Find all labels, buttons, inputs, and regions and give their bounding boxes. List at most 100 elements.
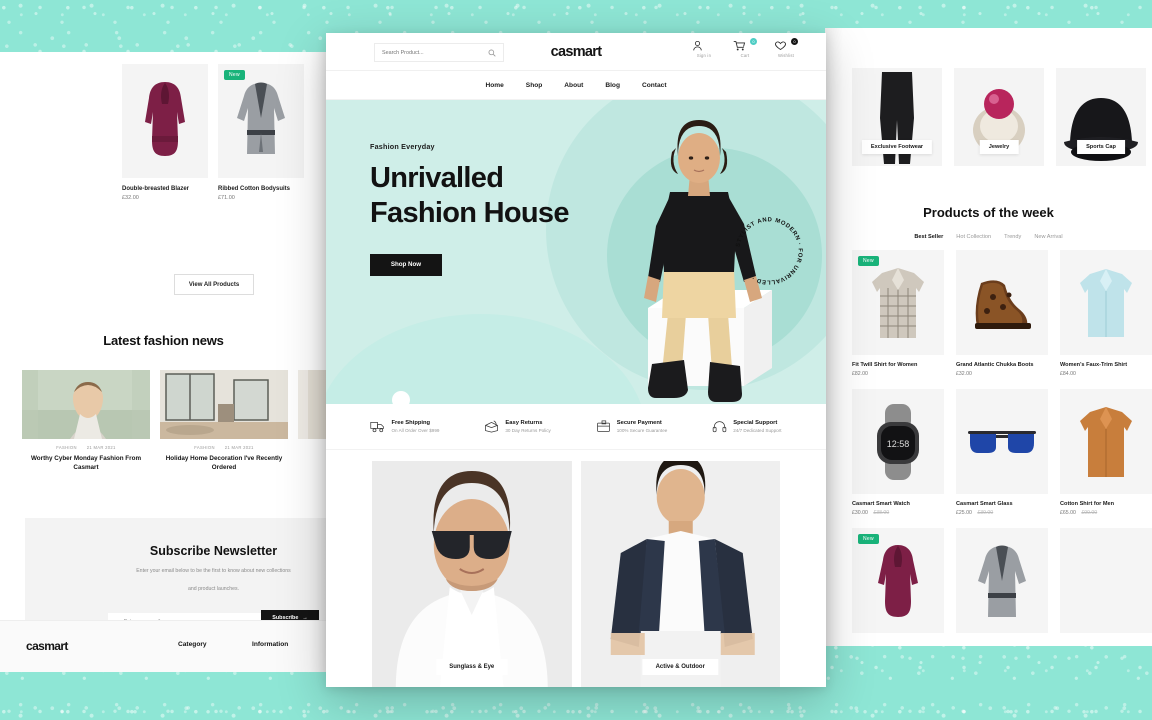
- foreground-site-preview[interactable]: casmart Sign in 0 Cart: [326, 33, 826, 687]
- product-card[interactable]: Double-breasted Blazer £32.00: [122, 64, 208, 201]
- nav-item-shop[interactable]: Shop: [526, 82, 542, 89]
- newsletter-title: Subscribe Newsletter: [149, 544, 278, 558]
- product-card[interactable]: [956, 528, 1048, 640]
- blog-image: [22, 370, 150, 439]
- footer-column-information[interactable]: Information: [252, 641, 288, 648]
- category-card-sunglass[interactable]: Sunglass & Eye: [372, 461, 572, 687]
- price-current: £82.00: [852, 371, 868, 377]
- feature-title: Secure Payment: [616, 419, 662, 426]
- product-image: [122, 64, 208, 178]
- search-input[interactable]: [382, 49, 482, 56]
- category-card-active[interactable]: Active & Outdoor: [580, 461, 780, 687]
- product-filter-tabs: Best Seller Hot Collection Trendy New Ar…: [825, 234, 1152, 240]
- product-price: £30.00 £38.00: [852, 510, 944, 516]
- product-card[interactable]: New Fit Twill Shirt for Women £82.00: [852, 250, 944, 377]
- hero-title-line2: Fashion House: [370, 197, 569, 230]
- product-card[interactable]: Casmart Smart Glass £25.00 £39.00: [956, 389, 1048, 516]
- nav-item-home[interactable]: Home: [485, 82, 503, 89]
- background-page-right[interactable]: Exclusive Footwear Jewelry Sports Cap Pr…: [825, 28, 1152, 646]
- product-card[interactable]: [1060, 528, 1152, 640]
- category-tile[interactable]: Jewelry: [954, 68, 1044, 166]
- feature-item: Free Shipping On All Order Over $999: [370, 419, 439, 433]
- sign-in-action[interactable]: Sign in: [692, 40, 716, 58]
- price-old: £99.00: [1081, 510, 1098, 516]
- feature-strip: Free Shipping On All Order Over $999 Eas…: [326, 404, 826, 450]
- product-price: £25.00 £39.00: [956, 510, 1048, 516]
- hero-title-line1: Unrivalled: [370, 162, 504, 194]
- product-card[interactable]: Women's Faux-Trim Shirt £84.00: [1060, 250, 1152, 377]
- product-price: £32.00: [122, 195, 139, 201]
- feature-item: Easy Returns 30 Day Returns Policy: [484, 420, 551, 434]
- header-actions: Sign in 0 Cart 0 Wishlist: [692, 38, 798, 58]
- background-page-left[interactable]: Double-breasted Blazer £32.00 New Ribbed…: [0, 52, 327, 672]
- feature-title: Free Shipping: [391, 419, 431, 426]
- hero-decor-dot: [392, 391, 410, 404]
- hero-copy: Fashion Everyday Unrivalled Fashion Hous…: [370, 142, 569, 276]
- product-card[interactable]: 12:58 Casmart Smart Watch £30.00 £38.00: [852, 389, 944, 516]
- right-product-grid: New Fit Twill Shirt for Women £82.00 Gra…: [852, 250, 1152, 640]
- product-card[interactable]: New: [852, 528, 944, 640]
- feature-subtitle: 30 Day Returns Policy: [505, 428, 551, 434]
- price-current: £30.00: [852, 510, 868, 516]
- hero-kicker: Fashion Everyday: [370, 142, 435, 151]
- product-image: [1060, 250, 1152, 355]
- price-current: £25.00: [956, 510, 972, 516]
- category-tile[interactable]: Sports Cap: [1056, 68, 1146, 166]
- svg-text:12:58: 12:58: [887, 439, 910, 449]
- cart-label: Cart: [740, 53, 750, 58]
- blog-meta: FASHION 21 MAR 2021: [22, 445, 150, 450]
- search-icon[interactable]: [488, 49, 496, 57]
- new-badge: New: [858, 534, 879, 544]
- category-tile[interactable]: Exclusive Footwear: [852, 68, 942, 166]
- tab-new-arrival[interactable]: New Arrival: [1034, 234, 1062, 240]
- hero-banner: Fashion Everyday Unrivalled Fashion Hous…: [326, 100, 826, 404]
- site-logo[interactable]: casmart: [551, 44, 602, 60]
- hero-circle-text: STYLIST AND MODERN · FOR UNRIVALLED ·: [736, 217, 802, 284]
- product-name: Ribbed Cotton Bodysuits: [218, 186, 290, 192]
- product-price: £84.00: [1060, 371, 1152, 377]
- category-chip: Jewelry: [979, 140, 1019, 154]
- product-name: Cotton Shirt for Men: [1060, 501, 1115, 507]
- sign-in-label: Sign in: [696, 53, 712, 58]
- product-name: Women's Faux-Trim Shirt: [1060, 362, 1128, 368]
- desktop-background: Double-breasted Blazer £32.00 New Ribbed…: [0, 0, 1152, 720]
- blog-card-list: FASHION 21 MAR 2021 Worthy Cyber Monday …: [22, 370, 327, 472]
- cart-action[interactable]: 0 Cart: [733, 38, 757, 58]
- footer-column-category[interactable]: Category: [178, 641, 207, 648]
- product-price: £32.00: [956, 371, 1048, 377]
- product-image: New: [852, 528, 944, 633]
- tab-best-seller[interactable]: Best Seller: [914, 234, 943, 240]
- shop-now-button[interactable]: Shop Now: [370, 253, 442, 276]
- new-badge: New: [224, 70, 245, 80]
- svg-text:STYLIST AND MODERN · FOR UNRIV: STYLIST AND MODERN · FOR UNRIVALLED ·: [736, 217, 803, 284]
- feature-subtitle: 24/7 Dedicated Support: [733, 428, 782, 434]
- latest-news-heading: Latest fashion news: [103, 333, 224, 348]
- price-old: £39.00: [977, 510, 994, 516]
- wishlist-action[interactable]: 0 Wishlist: [774, 38, 798, 58]
- new-badge: New: [858, 256, 879, 266]
- product-image: New: [218, 64, 304, 178]
- view-all-products-button[interactable]: View All Products: [174, 274, 254, 295]
- price-current: £65.00: [1060, 510, 1076, 516]
- category-chip: Sunglass & Eye: [436, 659, 508, 675]
- product-card[interactable]: Grand Atlantic Chukka Boots £32.00: [956, 250, 1048, 377]
- nav-item-blog[interactable]: Blog: [605, 82, 620, 89]
- product-image: [1060, 528, 1152, 633]
- hero-circular-text-badge: STYLIST AND MODERN · FOR UNRIVALLED ·: [736, 217, 803, 284]
- blog-card[interactable]: FASHION 21 MAR 2021 Holiday Home Decorat…: [160, 370, 288, 472]
- tab-trendy[interactable]: Trendy: [1004, 234, 1021, 240]
- left-product-grid: Double-breasted Blazer £32.00 New Ribbed…: [122, 64, 304, 201]
- blog-date: 21 MAR 2021: [224, 445, 254, 450]
- newsletter-subtitle-line1: Enter your email below to be the first t…: [136, 568, 291, 574]
- page-edge-shadow: [825, 28, 843, 646]
- search-bar[interactable]: [374, 43, 504, 62]
- product-price: £82.00: [852, 371, 944, 377]
- product-card[interactable]: Cotton Shirt for Men £65.00 £99.00: [1060, 389, 1152, 516]
- user-icon: [692, 40, 716, 51]
- nav-item-about[interactable]: About: [564, 82, 583, 89]
- blog-card[interactable]: FASHION 21 MAR 2021 Worthy Cyber Monday …: [22, 370, 150, 472]
- blog-title: Worthy Cyber Monday Fashion From Casmart: [30, 455, 142, 472]
- tab-hot-collection[interactable]: Hot Collection: [956, 234, 991, 240]
- nav-item-contact[interactable]: Contact: [642, 82, 667, 89]
- product-card[interactable]: New Ribbed Cotton Bodysuits £71.00: [218, 64, 304, 201]
